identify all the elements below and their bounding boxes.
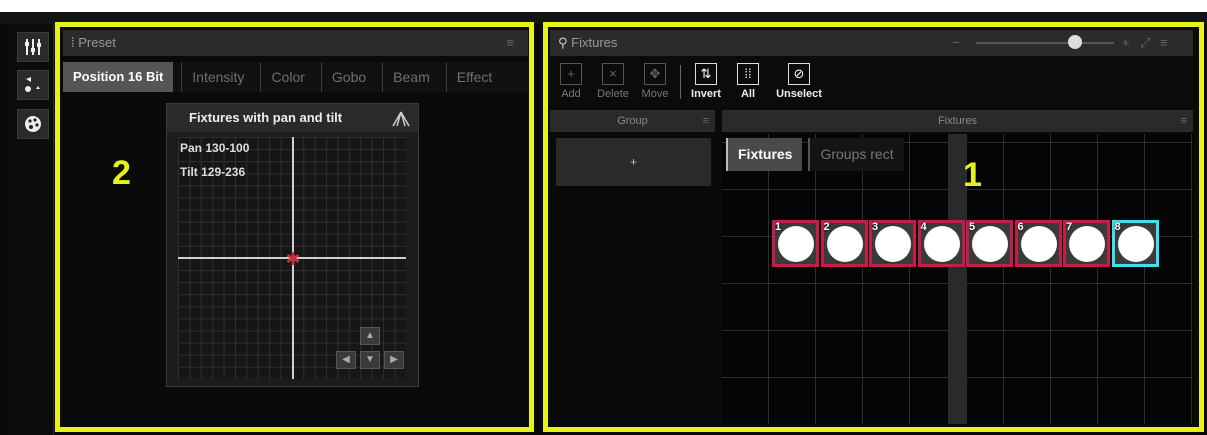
fixture-dot-icon [923,226,960,262]
window-top-strip [0,12,1207,24]
tab-beam[interactable]: Beam [382,62,440,92]
unselect-button[interactable]: ⊘ Unselect [769,57,829,107]
fixture-dot-icon [826,226,863,262]
fixture-dot-icon [1117,226,1154,262]
beam-icon[interactable] [392,104,410,132]
nav-left-icon[interactable]: ◀ [336,351,356,369]
fixture-number: 7 [1066,221,1073,233]
group-column-header: Group ≡ [550,110,715,132]
preset-panel-header: ⁞ Preset ≡ [63,30,528,56]
callout-2: 2 [112,154,131,192]
pan-readout: Pan 130-100 [180,141,250,155]
nav-down-icon[interactable]: ▼ [360,351,380,369]
stage-tabs: Fixtures Groups rect [726,138,910,171]
fixtures-panel-title: Fixtures [571,35,618,50]
fixture-number: 6 [1017,221,1024,233]
person-icon: ⚲ [558,35,568,50]
sliders-icon[interactable] [17,32,49,62]
pan-tilt-title: Fixtures with pan and tilt [167,104,418,132]
fixture-tile[interactable]: 5 [966,220,1013,267]
move-icon: ✥ [644,63,666,85]
left-toolbar [10,24,54,435]
fixture-number: 1 [775,221,782,233]
x-icon: × [602,63,624,85]
callout-1: 1 [963,156,982,194]
toolbar-divider [680,65,681,99]
tab-gobo[interactable]: Gobo [320,62,377,92]
menu-icon[interactable]: ≡ [506,30,514,56]
tab-position-16-bit[interactable]: Position 16 Bit [63,62,174,92]
fixtures-column-header: Fixtures ≡ [722,110,1193,132]
move-label: Move [641,88,669,100]
pan-tilt-box: Fixtures with pan and tilt ✱ Pan 130-100… [166,103,419,387]
fixture-dot-icon [875,226,911,262]
tab-color[interactable]: Color [260,62,315,92]
preset-tabs: Position 16 Bit Intensity Color Gobo Bea… [63,62,528,92]
fixtures-toolbar: + Add × Delete ✥ Move ⇅ Invert ⁞⁞ All ⊘ … [550,57,1193,107]
fixture-dot-icon [1020,226,1057,262]
tab-effect[interactable]: Effect [445,62,503,92]
nav-up-icon[interactable]: ▲ [360,327,380,345]
fixture-tile[interactable]: 1 [772,220,819,267]
fixture-number: 2 [823,221,830,233]
all-label: All [740,88,756,100]
move-button[interactable]: ✥ Move [634,57,676,107]
fixture-stage[interactable] [722,134,1193,424]
menu-icon[interactable]: ≡ [1181,110,1187,132]
invert-icon: ⇅ [695,63,717,85]
fixture-tile[interactable]: 3 [869,220,916,267]
fixture-tile[interactable]: 7 [1063,220,1110,267]
tab-intensity[interactable]: Intensity [181,62,255,92]
fixture-number: 8 [1114,221,1121,233]
drag-handle-icon[interactable]: ⁞ [71,35,75,50]
select-all-icon: ⁞⁞ [737,63,759,85]
add-button[interactable]: + Add [550,57,592,107]
invert-label: Invert [691,88,721,100]
pan-tilt-grid[interactable]: ✱ Pan 130-100 Tilt 129-236 ▲ ◀ ▼ ▶ [178,137,406,379]
add-label: Add [561,88,581,100]
fixture-dot-icon [778,226,814,262]
group-header-label: Group [617,115,648,127]
add-group-button[interactable]: + [556,138,711,186]
fixtures-header-label: Fixtures [937,115,978,127]
zoom-slider-knob[interactable] [1068,35,1082,49]
fixture-tile[interactable]: 4 [917,220,965,267]
zoom-out-icon[interactable]: − [952,30,960,56]
unselect-label: Unselect [776,88,822,100]
zoom-in-icon[interactable]: + [1122,30,1130,56]
preset-panel-title: Preset [78,35,116,50]
position-marker-icon[interactable]: ✱ [284,250,302,268]
fixture-number: 3 [872,221,879,233]
fixture-number: 4 [920,221,927,233]
fixture-dot-icon [1069,226,1105,262]
pan-tilt-title-text: Fixtures with pan and tilt [189,110,343,125]
invert-button[interactable]: ⇅ Invert [685,57,727,107]
fixture-tile[interactable]: 2 [820,220,868,267]
tab-groups-rect[interactable]: Groups rect [808,138,904,171]
tab-fixtures[interactable]: Fixtures [726,138,803,171]
delete-label: Delete [597,88,629,100]
fixture-tile[interactable]: 8 [1111,220,1159,267]
plus-icon: + [560,63,582,85]
nav-right-icon[interactable]: ▶ [384,351,404,369]
fixture-dot-icon [972,226,1008,262]
menu-icon[interactable]: ≡ [1160,30,1168,56]
all-button[interactable]: ⁞⁞ All [727,57,769,107]
unselect-icon: ⊘ [788,63,810,85]
tilt-readout: Tilt 129-236 [180,165,246,179]
fixture-tile[interactable]: 6 [1014,220,1062,267]
fit-icon[interactable]: ⤢ [1140,30,1150,56]
fixture-number: 5 [969,221,976,233]
menu-icon[interactable]: ≡ [703,110,709,132]
palette-icon[interactable] [17,109,49,139]
shapes-icon[interactable] [17,70,49,100]
delete-button[interactable]: × Delete [592,57,634,107]
zoom-slider[interactable] [976,42,1114,44]
